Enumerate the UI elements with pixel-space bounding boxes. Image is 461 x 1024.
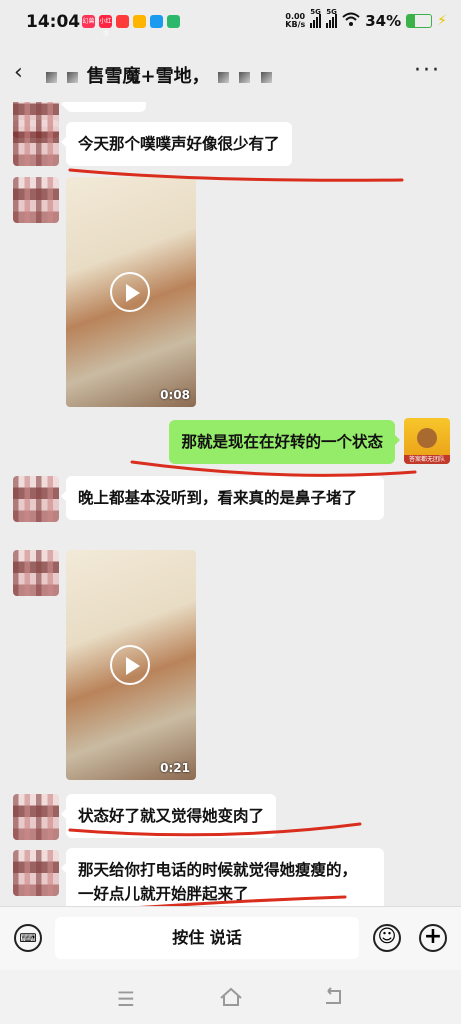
avatar[interactable] bbox=[13, 476, 59, 522]
signal-5g-icon: 5G bbox=[326, 8, 338, 28]
emoji-icon: ☺ bbox=[377, 926, 397, 947]
video-message[interactable]: 0:21 bbox=[66, 550, 196, 780]
video-duration: 0:08 bbox=[160, 388, 190, 402]
emoji-button[interactable]: ☺ bbox=[373, 924, 401, 952]
more-icon: ··· bbox=[414, 58, 441, 83]
my-avatar[interactable]: 答案都无团队 bbox=[404, 418, 450, 464]
chevron-left-icon: ‹ bbox=[14, 60, 23, 85]
app-notification-icon bbox=[150, 15, 163, 28]
status-app-icons: 幻兽 小红书 bbox=[82, 15, 180, 38]
squirrel-face-icon bbox=[417, 428, 437, 448]
input-bar: ⌨ 按住 说话 ☺ + bbox=[0, 906, 461, 971]
blurred-text bbox=[239, 71, 251, 83]
chat-title: 售雪魔+雪地， bbox=[44, 62, 274, 88]
charging-icon: ⚡ bbox=[437, 13, 447, 29]
nav-back-button[interactable] bbox=[322, 987, 344, 1012]
chat-area[interactable]: 今天那个噗噗声好像很少有了 0:08 那就是现在在好转的一个状态 答案都无团队 … bbox=[0, 102, 461, 906]
status-time: 14:04 bbox=[26, 12, 81, 32]
home-icon bbox=[220, 987, 242, 1006]
more-button[interactable]: ··· bbox=[414, 58, 441, 83]
network-speed: 0.00 KB/s bbox=[285, 12, 306, 29]
message-bubble-partial[interactable] bbox=[61, 102, 146, 112]
blurred-text bbox=[46, 71, 57, 83]
back-button[interactable]: ‹ bbox=[14, 60, 23, 85]
plus-button[interactable]: + bbox=[419, 924, 447, 952]
hold-to-talk-button[interactable]: 按住 说话 bbox=[55, 917, 359, 959]
message-bubble-mine[interactable]: 那就是现在在好转的一个状态 bbox=[169, 420, 400, 464]
blurred-text bbox=[260, 71, 272, 83]
avatar[interactable] bbox=[13, 120, 59, 166]
chat-header: ‹ 售雪魔+雪地， ··· bbox=[0, 46, 461, 102]
battery-percent: 34% bbox=[365, 12, 402, 30]
message-bubble[interactable]: 晚上都基本没听到，看来真的是鼻子堵了 bbox=[61, 476, 384, 520]
plus-icon: + bbox=[423, 924, 443, 949]
menu-icon: ☰ bbox=[117, 987, 135, 1011]
wifi-icon bbox=[342, 12, 360, 30]
message-bubble[interactable]: 那天给你打电话的时候就觉得她瘦瘦的，一好点儿就开始胖起来了 bbox=[61, 848, 384, 906]
nav-home-button[interactable] bbox=[219, 987, 243, 1012]
avatar[interactable] bbox=[13, 850, 59, 896]
play-icon[interactable] bbox=[110, 272, 150, 312]
status-right: 0.00 KB/s 5G 5G 34% ⚡ bbox=[285, 8, 447, 30]
keyboard-icon: ⌨ bbox=[19, 931, 37, 945]
battery-icon bbox=[406, 14, 433, 28]
blurred-text bbox=[217, 71, 229, 83]
app-notification-icon: 幻兽 bbox=[82, 15, 95, 28]
video-duration: 0:21 bbox=[160, 761, 190, 775]
message-bubble[interactable]: 今天那个噗噗声好像很少有了 bbox=[61, 122, 292, 166]
play-icon[interactable] bbox=[110, 645, 150, 685]
app-notification-icon bbox=[116, 15, 129, 28]
avatar-caption: 答案都无团队 bbox=[404, 455, 450, 464]
signal-5g-icon: 5G bbox=[310, 8, 322, 28]
app-notification-icon bbox=[133, 15, 146, 28]
app-notification-icon: 小红书 bbox=[99, 15, 112, 38]
avatar[interactable] bbox=[13, 794, 59, 840]
blurred-text bbox=[67, 71, 79, 83]
video-message[interactable]: 0:08 bbox=[66, 177, 196, 407]
avatar[interactable] bbox=[13, 177, 59, 223]
status-bar: 14:04 幻兽 小红书 0.00 KB/s 5G 5G 34% ⚡ bbox=[0, 0, 461, 46]
nav-menu-button[interactable]: ☰ bbox=[117, 987, 135, 1011]
system-nav-bar: ☰ bbox=[0, 970, 461, 1024]
keyboard-button[interactable]: ⌨ bbox=[14, 924, 42, 952]
avatar[interactable] bbox=[13, 550, 59, 596]
app-notification-icon bbox=[167, 15, 180, 28]
annotation-underline bbox=[130, 460, 417, 477]
back-icon bbox=[326, 987, 341, 1004]
message-bubble[interactable]: 状态好了就又觉得她变肉了 bbox=[60, 794, 277, 838]
